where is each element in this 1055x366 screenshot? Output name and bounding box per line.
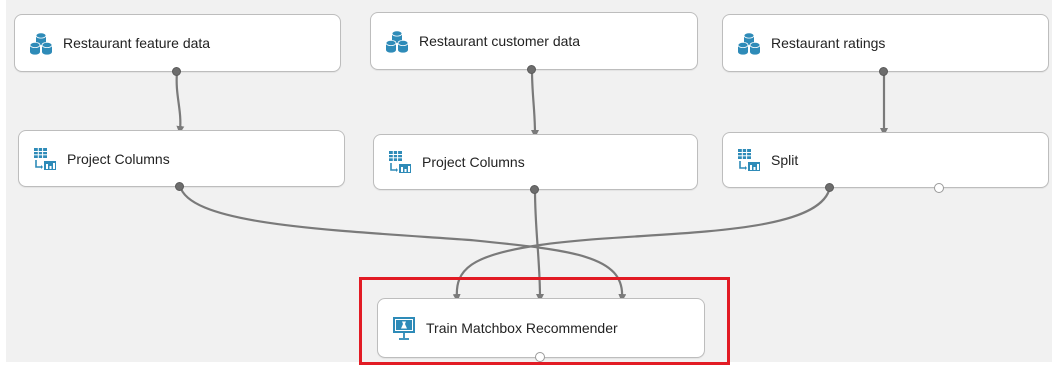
connection-customer-to-project bbox=[530, 69, 539, 138]
module-label: Split bbox=[771, 152, 799, 168]
output-port[interactable] bbox=[825, 183, 834, 192]
dataset-icon bbox=[737, 32, 761, 55]
dataset-icon bbox=[385, 30, 409, 53]
module-label: Restaurant customer data bbox=[419, 33, 581, 49]
output-port[interactable] bbox=[530, 185, 539, 194]
split-icon bbox=[738, 149, 760, 171]
output-port[interactable] bbox=[175, 182, 184, 191]
connection-feature-to-project bbox=[175, 71, 185, 134]
module-project-columns-1[interactable]: Project Columns bbox=[18, 130, 345, 187]
experiment-canvas[interactable]: Restaurant feature data Restaurant custo… bbox=[0, 0, 1055, 366]
highlight-box bbox=[359, 277, 730, 365]
module-restaurant-ratings[interactable]: Restaurant ratings bbox=[722, 14, 1049, 72]
dataset-icon bbox=[29, 32, 53, 55]
output-port[interactable] bbox=[879, 67, 888, 76]
module-project-columns-2[interactable]: Project Columns bbox=[373, 134, 698, 190]
module-label: Restaurant feature data bbox=[63, 35, 211, 51]
output-port-unconnected[interactable] bbox=[934, 183, 944, 193]
module-label: Restaurant ratings bbox=[771, 35, 886, 51]
module-label: Project Columns bbox=[67, 150, 170, 167]
module-restaurant-feature-data[interactable]: Restaurant feature data bbox=[14, 14, 341, 72]
project-columns-icon bbox=[389, 151, 411, 173]
module-label: Project Columns bbox=[422, 154, 525, 170]
project-columns-icon bbox=[34, 147, 56, 170]
module-restaurant-customer-data[interactable]: Restaurant customer data bbox=[370, 12, 698, 70]
module-split[interactable]: Split bbox=[722, 132, 1049, 188]
output-port[interactable] bbox=[527, 65, 536, 74]
output-port[interactable] bbox=[172, 67, 181, 76]
